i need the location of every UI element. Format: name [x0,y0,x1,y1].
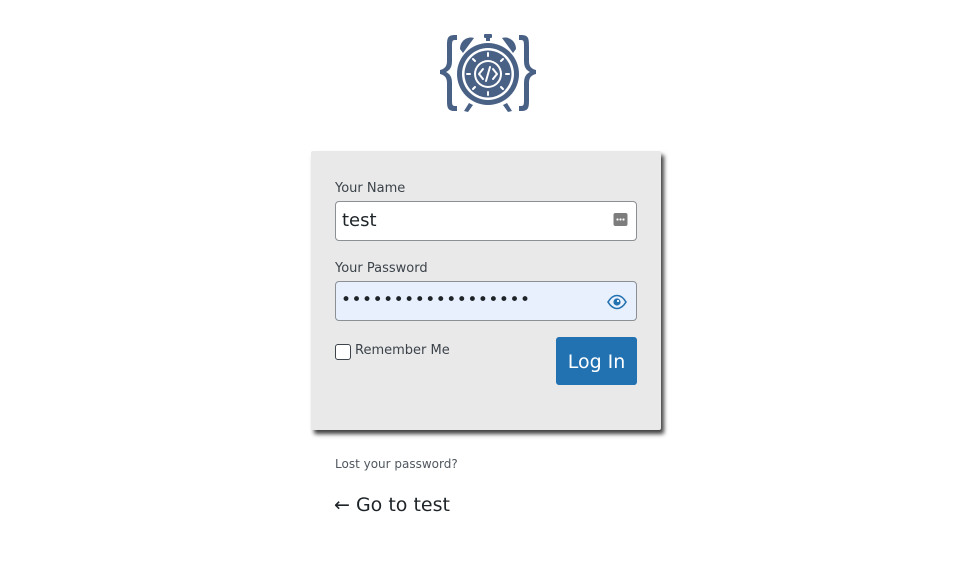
lost-password-link[interactable]: Lost your password? [335,457,458,471]
back-to-site-link[interactable]: ← Go to test [334,494,450,516]
remember-me-option[interactable]: Remember Me [335,341,450,360]
password-masked-value: •••••••••••••••••• [341,290,531,310]
alarm-clock-code-icon [440,34,536,112]
remember-me-checkbox[interactable] [335,344,351,360]
username-field[interactable]: test [335,201,637,241]
show-password-eye-icon[interactable] [607,294,627,310]
remember-me-label: Remember Me [355,342,450,358]
site-logo[interactable] [439,31,537,115]
login-button[interactable]: Log In [556,337,637,385]
autofill-key-icon[interactable] [613,212,628,227]
username-label: Your Name [335,181,406,196]
password-label: Your Password [335,261,428,276]
password-field[interactable]: •••••••••••••••••• [335,281,637,321]
login-form: Your Name test Your Password •••••••••••… [311,151,661,430]
login-page: Your Name test Your Password •••••••••••… [0,0,963,583]
username-value: test [342,210,377,231]
